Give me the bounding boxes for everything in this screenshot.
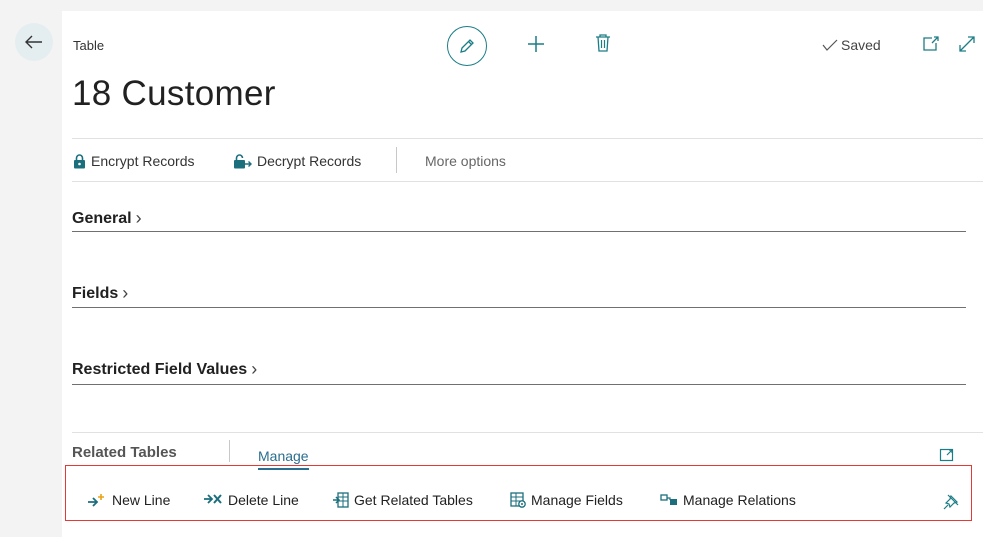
unlock-icon [234,153,252,168]
section-restricted-field-values[interactable]: Restricted Field Values › [72,359,257,380]
manage-relations-icon [660,494,677,505]
section-underline [72,307,966,308]
part-expand-button[interactable] [939,447,955,463]
new-window-icon [923,36,939,51]
delete-line-label: Delete Line [228,492,299,508]
expand-icon [939,448,954,462]
trash-icon [596,34,610,52]
plus-icon [528,36,544,52]
saved-status: Saved [822,37,881,53]
expand-button[interactable] [958,35,976,53]
header-bar: Table Saved [62,11,983,73]
part-separator [229,440,230,462]
saved-label: Saved [841,37,881,53]
new-line-action[interactable]: New Line [87,492,170,508]
decrypt-records-action[interactable]: Decrypt Records [233,153,361,169]
new-line-icon [88,494,104,507]
manage-relations-action[interactable]: Manage Relations [660,492,796,508]
chevron-right-icon: › [122,283,129,303]
divider [72,432,983,433]
manage-relations-label: Manage Relations [683,492,796,508]
manage-fields-label: Manage Fields [531,492,623,508]
section-title: General [72,209,132,227]
get-related-tables-icon [333,492,349,508]
action-bar: Encrypt Records Decrypt Records More opt… [62,141,983,181]
expand-icon [959,36,975,52]
divider [72,181,983,182]
section-underline [72,231,966,232]
delete-button[interactable] [594,33,612,53]
get-related-tables-action[interactable]: Get Related Tables [333,492,473,508]
pin-button[interactable] [942,493,960,511]
back-arrow-icon [25,35,42,49]
encrypt-records-label: Encrypt Records [91,153,195,169]
pencil-icon [460,39,474,53]
encrypt-records-action[interactable]: Encrypt Records [73,153,194,169]
more-options-action[interactable]: More options [425,153,506,169]
page-card: Table Saved 18 Customer Encrypt Records … [62,11,983,537]
checkmark-icon [822,39,838,51]
section-underline [72,384,966,385]
get-related-tables-label: Get Related Tables [354,492,473,508]
section-title: Fields [72,284,119,302]
pin-icon [943,494,959,510]
chevron-right-icon: › [135,208,142,228]
manage-fields-action[interactable]: Manage Fields [510,492,623,508]
lock-icon [74,153,85,168]
action-separator [396,147,397,173]
back-button[interactable] [15,23,53,61]
delete-line-action[interactable]: Delete Line [203,492,299,508]
section-fields[interactable]: Fields › [72,283,128,304]
decrypt-records-label: Decrypt Records [257,153,362,169]
part-title: Related Tables [72,444,177,461]
chevron-right-icon: › [251,359,258,379]
section-title: Restricted Field Values [72,360,248,378]
section-general[interactable]: General › [72,208,142,229]
edit-button[interactable] [447,26,487,66]
manage-fields-icon [510,492,526,508]
page-kind-label: Table [73,38,105,53]
delete-line-icon [204,494,222,504]
open-new-window-button[interactable] [922,35,940,53]
new-button[interactable] [525,33,547,55]
page-title: 18 Customer [72,74,276,113]
divider [72,138,983,139]
more-options-label: More options [425,153,506,169]
new-line-label: New Line [112,492,171,508]
